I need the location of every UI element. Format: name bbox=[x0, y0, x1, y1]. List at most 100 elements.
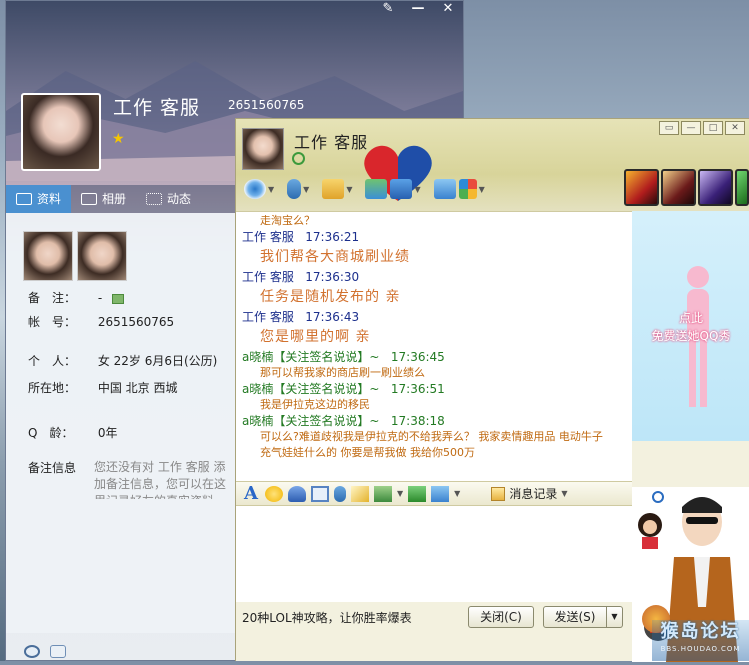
magic-face-icon[interactable] bbox=[288, 485, 306, 502]
voice-call-dropdown-icon[interactable]: ▼ bbox=[303, 185, 309, 194]
send-options-dropdown[interactable]: ▼ bbox=[607, 606, 623, 628]
profile-bottom-icons bbox=[24, 645, 66, 658]
message-text: 那可以帮我家的商店刷一刷业绩么 bbox=[260, 366, 425, 379]
message-header: a晓楠【关注签名说说】~ 17:38:18 bbox=[242, 413, 626, 429]
send-button[interactable]: 发送(S) bbox=[543, 606, 607, 628]
profile-window-controls: ✎ — ✕ bbox=[373, 1, 463, 19]
close-icon[interactable]: ✕ bbox=[433, 1, 463, 19]
chat-message-log[interactable]: 走淘宝么？ 工作 客服 17:36:21 我们帮各大商城刷业绩 工作 客服 17… bbox=[236, 211, 632, 481]
chat-title: 工作 客服 bbox=[294, 133, 369, 152]
doodle-icon[interactable] bbox=[351, 485, 369, 502]
share-screen-icon[interactable] bbox=[433, 179, 456, 199]
photo-thumbnail[interactable] bbox=[77, 231, 127, 281]
message-text: 您是哪里的啊 亲 bbox=[260, 329, 371, 345]
ad-link[interactable]: 20种LOL神攻略，让你胜率爆表 bbox=[242, 609, 468, 626]
search-icon[interactable] bbox=[652, 491, 664, 503]
tab-profile[interactable]: 资料 bbox=[6, 185, 72, 213]
profile-avatar[interactable] bbox=[21, 93, 101, 171]
qage-row: Q 龄： 0年 bbox=[28, 424, 117, 441]
location-value: 中国 北京 西城 bbox=[97, 381, 178, 395]
tab-feed-label: 动态 bbox=[167, 192, 192, 206]
qq-show-link-2[interactable]: 免费送她QQ秀 bbox=[632, 327, 749, 344]
profile-photos bbox=[23, 231, 127, 281]
personal-value: 女 22岁 6月6日(公历) bbox=[97, 354, 218, 368]
game-badges bbox=[624, 169, 749, 206]
chat-toolbar: ▼ ▼ ▼ ▼ ▼ bbox=[244, 179, 495, 199]
file-transfer-dropdown-icon[interactable]: ▼ bbox=[346, 185, 352, 194]
chat-bottom-bar: 20种LOL神攻略，让你胜率爆表 关闭(C) 发送(S) ▼ bbox=[236, 602, 632, 632]
message-time: 17:36:30 bbox=[305, 270, 360, 284]
qage-value: 0年 bbox=[97, 426, 118, 440]
location-label: 所在地： bbox=[28, 381, 77, 395]
message-header: a晓楠【关注签名说说】~ 17:36:45 bbox=[242, 349, 626, 365]
music-icon[interactable] bbox=[408, 485, 427, 502]
chat-avatar[interactable] bbox=[242, 128, 284, 170]
tab-album-label: 相册 bbox=[102, 192, 127, 206]
message-header: 工作 客服 17:36:43 bbox=[242, 309, 626, 325]
chat-window-controls: ▭ — □ ✕ bbox=[659, 121, 745, 135]
message-sender: a晓楠【关注签名说说】~ bbox=[242, 350, 380, 364]
message-time: 17:36:45 bbox=[390, 350, 445, 364]
emoji-icon[interactable] bbox=[265, 485, 283, 502]
history-label: 消息记录 bbox=[509, 487, 558, 501]
mail-icon[interactable] bbox=[50, 645, 66, 658]
account-label: 帐 号： bbox=[28, 315, 77, 329]
screenshot-icon[interactable] bbox=[431, 485, 450, 502]
game-badge-icon[interactable] bbox=[624, 169, 659, 206]
screenshot-dropdown-icon[interactable]: ▼ bbox=[454, 489, 460, 498]
font-icon[interactable]: A bbox=[242, 484, 260, 502]
image-icon[interactable] bbox=[374, 485, 392, 502]
message-time: 17:38:18 bbox=[390, 414, 445, 428]
message-sender: 工作 客服 bbox=[242, 310, 294, 324]
game-badge-icon[interactable] bbox=[698, 169, 733, 206]
watermark-url: BBS.HOUDAO.COM bbox=[660, 645, 741, 653]
tab-album[interactable]: 相册 bbox=[71, 185, 136, 213]
game-badge-icon[interactable] bbox=[735, 169, 749, 206]
star-icon: ★ bbox=[112, 131, 125, 147]
qq-show-link-1[interactable]: 点此 bbox=[632, 309, 749, 326]
close-button[interactable]: 关闭(C) bbox=[468, 606, 534, 628]
remote-assist-dropdown-icon[interactable]: ▼ bbox=[414, 185, 420, 194]
qq-show-panel[interactable]: 点此 免费送她QQ秀 bbox=[632, 211, 749, 441]
edit-remark-icon[interactable] bbox=[112, 293, 124, 304]
note-label: 备注信息 bbox=[28, 461, 77, 475]
message-time: 17:36:21 bbox=[305, 230, 360, 244]
message-header: 工作 客服 17:36:21 bbox=[242, 229, 626, 245]
restore-icon[interactable]: ▭ bbox=[659, 121, 679, 135]
skin-icon[interactable]: ✎ bbox=[373, 1, 403, 19]
message-input[interactable] bbox=[236, 506, 632, 602]
remark-label: 备 注： bbox=[28, 291, 77, 305]
apps-icon[interactable] bbox=[458, 179, 477, 199]
apps-dropdown-icon[interactable]: ▼ bbox=[479, 185, 485, 194]
profile-card-icon bbox=[16, 193, 32, 205]
remark-value: - bbox=[97, 291, 103, 305]
game-badge-icon[interactable] bbox=[661, 169, 696, 206]
personal-label: 个 人： bbox=[28, 354, 77, 368]
maximize-icon[interactable]: □ bbox=[703, 121, 723, 135]
remark-row: 备 注： - bbox=[28, 289, 124, 306]
photo-thumbnail[interactable] bbox=[23, 231, 73, 281]
message-history-button[interactable]: 消息记录 ▼ bbox=[491, 485, 567, 502]
image-dropdown-icon[interactable]: ▼ bbox=[397, 489, 403, 498]
group-chat-icon[interactable] bbox=[365, 179, 388, 199]
camera-icon[interactable] bbox=[24, 645, 40, 658]
video-clip-icon[interactable] bbox=[311, 485, 329, 502]
video-call-icon[interactable] bbox=[244, 179, 266, 199]
video-call-dropdown-icon[interactable]: ▼ bbox=[268, 185, 274, 194]
profile-qq-number: 2651560765 bbox=[228, 98, 305, 112]
minimize-icon[interactable]: — bbox=[681, 121, 701, 135]
voice-call-icon[interactable] bbox=[287, 179, 302, 199]
watermark-title: 猴岛论坛 bbox=[660, 621, 741, 642]
online-status-icon bbox=[292, 152, 305, 165]
minimize-icon[interactable]: — bbox=[403, 1, 433, 19]
voice-message-icon[interactable] bbox=[334, 485, 346, 502]
file-transfer-icon[interactable] bbox=[322, 179, 345, 199]
message-text: 可以么?难道歧视我是伊拉克的不给我弄么？ 我家卖情趣用品 电动牛子 充气娃娃什么… bbox=[260, 430, 603, 459]
profile-details-panel: 备 注： - 帐 号： 2651560765 个 人： 女 22岁 6月6日(公… bbox=[6, 213, 238, 633]
tab-feed[interactable]: 动态 bbox=[136, 185, 201, 213]
message-text: 我们帮各大商城刷业绩 bbox=[260, 249, 410, 265]
message-time: 17:36:43 bbox=[305, 310, 360, 324]
message-header: 工作 客服 17:36:30 bbox=[242, 269, 626, 285]
close-icon[interactable]: ✕ bbox=[725, 121, 745, 135]
remote-assist-icon[interactable] bbox=[390, 179, 413, 199]
